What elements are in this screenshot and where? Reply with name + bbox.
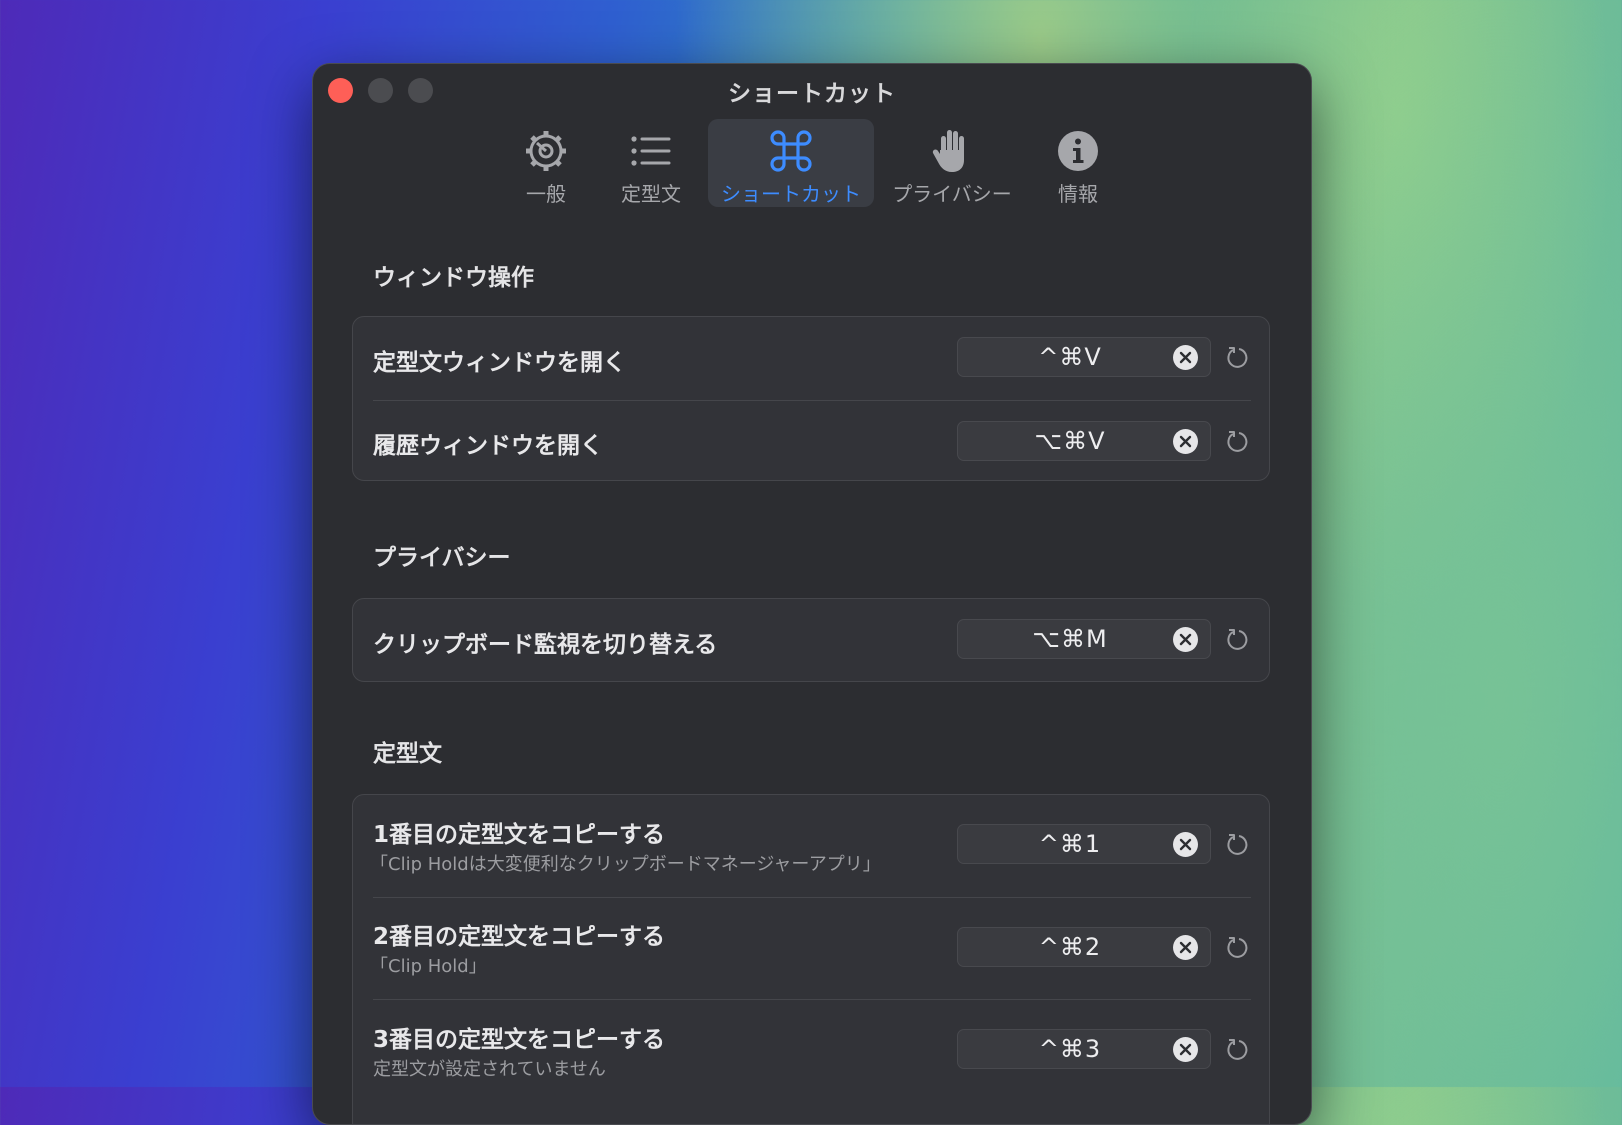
tab-shortcuts[interactable]: ショートカット [708, 119, 874, 207]
shortcut-row: 定型文ウィンドウを開く ^⌘V [353, 317, 1269, 400]
row-label: クリップボード監視を切り替える [373, 632, 718, 658]
shortcut-recorder[interactable]: ^⌘1 [957, 824, 1211, 864]
row-label: 1番目の定型文をコピーする [373, 822, 666, 848]
shortcut-recorder[interactable]: ^⌘3 [957, 1029, 1211, 1069]
window-title: ショートカット [728, 81, 896, 107]
preferences-toolbar: 一般 定型文 ショートカット プライバシー 情報 [313, 119, 1311, 209]
row-snippet-preview: 「Clip Hold」 [370, 956, 487, 977]
shortcut-row: 履歴ウィンドウを開く ⌥⌘V [353, 400, 1269, 480]
gear-icon [524, 127, 568, 174]
tab-snippets[interactable]: 定型文 [596, 119, 706, 207]
group-snippets: 1番目の定型文をコピーする 「Clip Holdは大変便利なクリップボードマネー… [352, 794, 1270, 1124]
shortcut-keys: ^⌘V [1038, 343, 1102, 371]
shortcut-row: 3番目の定型文をコピーする 定型文が設定されていません ^⌘3 [353, 999, 1269, 1101]
shortcut-row: 2番目の定型文をコピーする 「Clip Hold」 ^⌘2 [353, 897, 1269, 999]
settings-window: ショートカット 一般 定型文 ショートカット プライバシー 情報 ウィンドウ操作… [312, 63, 1312, 1125]
tab-general-label: 一般 [526, 182, 566, 206]
list-icon [629, 127, 673, 174]
hand-icon [932, 127, 972, 174]
shortcut-keys: ^⌘3 [1038, 1035, 1102, 1063]
shortcut-row: 1番目の定型文をコピーする 「Clip Holdは大変便利なクリップボードマネー… [353, 795, 1269, 897]
reset-icon[interactable] [1224, 626, 1250, 652]
tab-info-label: 情報 [1058, 182, 1098, 206]
shortcut-recorder[interactable]: ^⌘2 [957, 927, 1211, 967]
group-window-ops: 定型文ウィンドウを開く ^⌘V 履歴ウィンドウを開く ⌥⌘V [352, 316, 1270, 481]
section-title-privacy: プライバシー [373, 545, 511, 571]
tab-privacy-label: プライバシー [892, 182, 1012, 206]
shortcut-recorder[interactable]: ⌥⌘V [957, 421, 1211, 461]
section-title-window-ops: ウィンドウ操作 [373, 265, 534, 291]
command-icon [769, 127, 813, 174]
clear-shortcut-icon[interactable] [1173, 832, 1198, 857]
clear-shortcut-icon[interactable] [1173, 1037, 1198, 1062]
info-icon [1057, 127, 1099, 174]
tab-snippets-label: 定型文 [621, 182, 681, 206]
shortcut-keys: ⌥⌘V [1034, 427, 1106, 455]
reset-icon[interactable] [1224, 344, 1250, 370]
row-label: 3番目の定型文をコピーする [373, 1027, 666, 1053]
row-snippet-preview: 「Clip Holdは大変便利なクリップボードマネージャーアプリ」 [370, 854, 881, 875]
clear-shortcut-icon[interactable] [1173, 627, 1198, 652]
row-label: 履歴ウィンドウを開く [373, 433, 603, 459]
shortcut-recorder[interactable]: ^⌘V [957, 337, 1211, 377]
shortcut-recorder[interactable]: ⌥⌘M [957, 619, 1211, 659]
reset-icon[interactable] [1224, 831, 1250, 857]
clear-shortcut-icon[interactable] [1173, 345, 1198, 370]
reset-icon[interactable] [1224, 934, 1250, 960]
shortcut-keys: ^⌘2 [1038, 933, 1102, 961]
shortcut-keys: ^⌘1 [1038, 830, 1102, 858]
row-snippet-preview: 定型文が設定されていません [373, 1059, 606, 1080]
section-title-snippets: 定型文 [373, 741, 442, 767]
clear-shortcut-icon[interactable] [1173, 935, 1198, 960]
shortcut-row: クリップボード監視を切り替える ⌥⌘M [353, 599, 1269, 681]
row-label: 2番目の定型文をコピーする [373, 924, 666, 950]
reset-icon[interactable] [1224, 428, 1250, 454]
tab-general[interactable]: 一般 [498, 119, 594, 207]
tab-shortcuts-label: ショートカット [721, 182, 861, 206]
reset-icon[interactable] [1224, 1036, 1250, 1062]
shortcut-keys: ⌥⌘M [1032, 625, 1108, 653]
tab-info[interactable]: 情報 [1030, 119, 1126, 207]
clear-shortcut-icon[interactable] [1173, 429, 1198, 454]
tab-privacy[interactable]: プライバシー [876, 119, 1028, 207]
row-label: 定型文ウィンドウを開く [373, 350, 626, 376]
group-privacy: クリップボード監視を切り替える ⌥⌘M [352, 598, 1270, 682]
